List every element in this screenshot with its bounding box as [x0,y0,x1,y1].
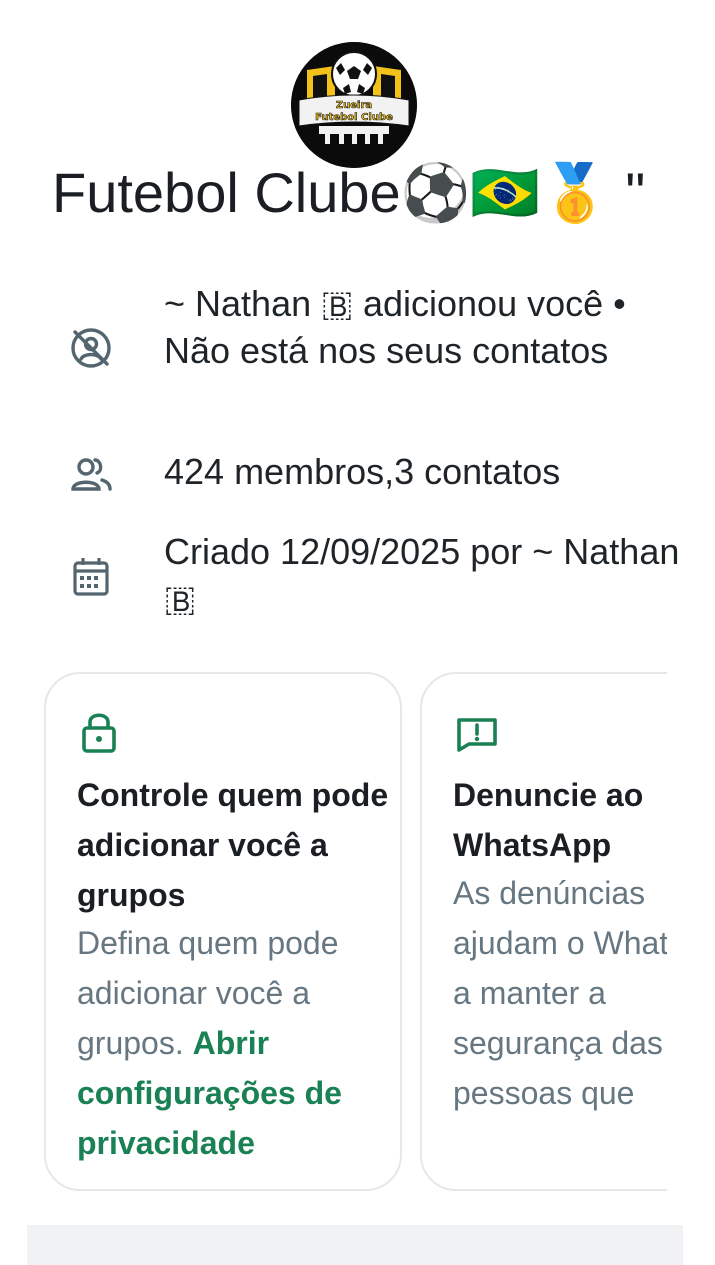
report-card-title: Denuncie ao WhatsApp [453,777,644,863]
bottom-section [27,1225,683,1265]
cards-carousel: Denuncie ao WhatsApp As denúncias ajudam… [0,0,667,1253]
report-card-body: As denúncias ajudam o WhatsApp a manter … [453,875,667,1111]
report-flag-icon [455,710,499,754]
report-card[interactable]: Denuncie ao WhatsApp As denúncias ajudam… [420,672,667,1191]
